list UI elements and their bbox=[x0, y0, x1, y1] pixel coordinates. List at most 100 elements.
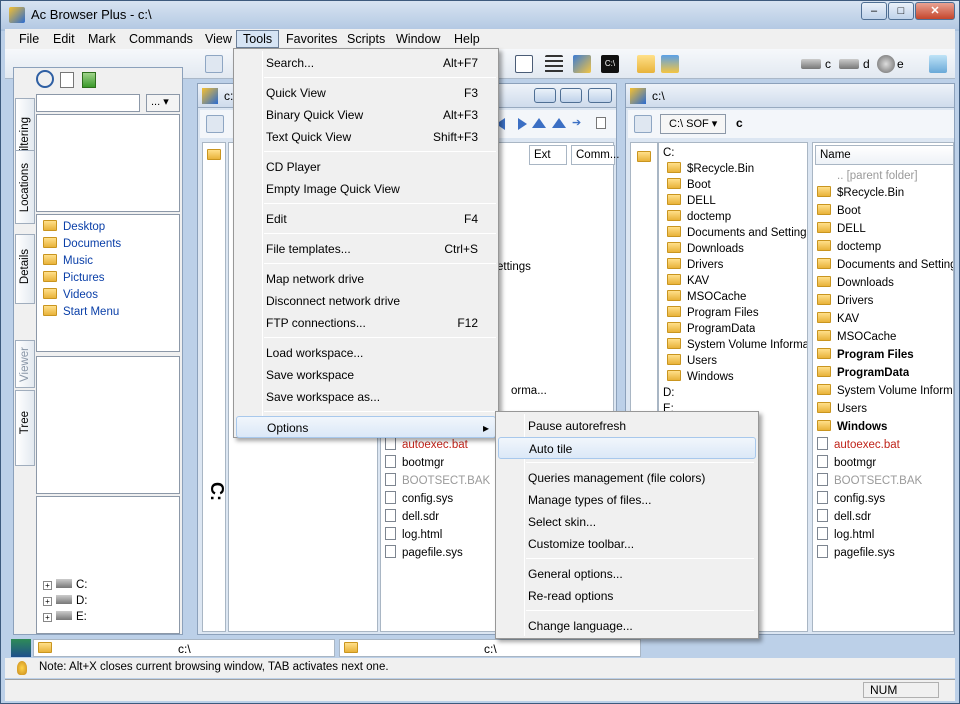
name-column-header[interactable]: Name bbox=[815, 145, 953, 165]
terminal-icon[interactable] bbox=[11, 639, 31, 657]
left-win-close-button[interactable] bbox=[588, 88, 612, 103]
location-item[interactable]: Music bbox=[43, 253, 93, 269]
menu-item-change-language[interactable]: Change language... bbox=[498, 615, 756, 637]
list-item[interactable]: DELL bbox=[817, 221, 866, 237]
list-item[interactable]: Downloads bbox=[817, 275, 894, 291]
list-item[interactable]: Program Files bbox=[817, 347, 914, 363]
close-button[interactable]: ✕ bbox=[915, 2, 955, 20]
menu-item-customize-toolbar[interactable]: Customize toolbar... bbox=[498, 533, 756, 555]
tree-folder[interactable]: Windows bbox=[667, 369, 734, 385]
menu-item-queries-management-file-colors[interactable]: Queries management (file colors) bbox=[498, 467, 756, 489]
file-row[interactable]: bootmgr bbox=[385, 455, 444, 471]
menu-item-disconnect-network-drive[interactable]: Disconnect network drive bbox=[236, 290, 496, 312]
menu-file[interactable]: File bbox=[13, 31, 45, 47]
layout-icon[interactable] bbox=[205, 55, 223, 73]
document-icon[interactable] bbox=[60, 72, 74, 88]
left-win-min-button[interactable] bbox=[534, 88, 556, 103]
menu-edit[interactable]: Edit bbox=[47, 31, 81, 47]
menu-item-options[interactable]: Options ▸ bbox=[236, 416, 496, 438]
menu-view[interactable]: View bbox=[199, 31, 238, 47]
drive-d-label[interactable]: d bbox=[863, 57, 870, 71]
menu-item-auto-tile[interactable]: Auto tile bbox=[498, 437, 756, 459]
left-path-bar[interactable]: c:\ bbox=[33, 639, 335, 657]
tab-viewer[interactable]: Viewer bbox=[15, 340, 35, 388]
list-item[interactable]: .. [parent folder] bbox=[817, 167, 918, 183]
file-row[interactable]: dell.sdr bbox=[385, 509, 439, 525]
go-icon[interactable]: ➔ bbox=[572, 118, 582, 129]
left-win-max-button[interactable] bbox=[560, 88, 582, 103]
menu-item-quick-view[interactable]: Quick View F3 bbox=[236, 82, 496, 104]
minimize-button[interactable]: – bbox=[861, 2, 887, 20]
menu-item-binary-quick-view[interactable]: Binary Quick View Alt+F3 bbox=[236, 104, 496, 126]
menu-window[interactable]: Window bbox=[390, 31, 446, 47]
tree-folder[interactable]: $Recycle.Bin bbox=[667, 161, 754, 177]
tree-drive[interactable]: + C: bbox=[43, 577, 88, 593]
tree-folder[interactable]: Boot bbox=[667, 177, 711, 193]
menu-favorites[interactable]: Favorites bbox=[280, 31, 343, 47]
menu-item-load-workspace[interactable]: Load workspace... bbox=[236, 342, 496, 364]
drive-combo[interactable]: C:\ SOF ▾ bbox=[660, 114, 726, 134]
menu-item-re-read-options[interactable]: Re-read options bbox=[498, 585, 756, 607]
list-item[interactable]: KAV bbox=[817, 311, 859, 327]
expand-icon[interactable]: + bbox=[43, 597, 52, 606]
list-item[interactable]: log.html bbox=[817, 527, 874, 543]
tab-locations[interactable]: Locations bbox=[15, 150, 35, 224]
filter-dropdown[interactable]: ... ▾ bbox=[146, 94, 180, 112]
ext-column-header[interactable]: Ext bbox=[529, 145, 567, 165]
list-item[interactable]: Drivers bbox=[817, 293, 873, 309]
location-item[interactable]: Desktop bbox=[43, 219, 105, 235]
search-icon[interactable] bbox=[36, 70, 54, 88]
menu-tools[interactable]: Tools bbox=[236, 30, 280, 48]
tab-details[interactable]: Details bbox=[15, 234, 35, 304]
panel-layout-icon[interactable] bbox=[206, 115, 224, 133]
list-item[interactable]: bootmgr bbox=[817, 455, 876, 471]
file-row[interactable]: log.html bbox=[385, 527, 442, 543]
tree-drive[interactable]: + E: bbox=[43, 609, 87, 625]
menu-item-file-templates[interactable]: File templates... Ctrl+S bbox=[236, 238, 496, 260]
tree-root[interactable]: C: bbox=[663, 145, 675, 161]
tree-folder[interactable]: Program Files bbox=[667, 305, 759, 321]
tree-folder[interactable]: MSOCache bbox=[667, 289, 746, 305]
tree-folder[interactable]: Drivers bbox=[667, 257, 723, 273]
menu-help[interactable]: Help bbox=[448, 31, 486, 47]
file-row[interactable]: pagefile.sys bbox=[385, 545, 463, 561]
menu-item-manage-types-of-files[interactable]: Manage types of files... bbox=[498, 489, 756, 511]
menu-item-text-quick-view[interactable]: Text Quick View Shift+F3 bbox=[236, 126, 496, 148]
tree-folder[interactable]: Downloads bbox=[667, 241, 744, 257]
location-item[interactable]: Videos bbox=[43, 287, 98, 303]
title-bar[interactable]: Ac Browser Plus - c:\ – □ ✕ bbox=[1, 1, 959, 29]
menu-item-edit[interactable]: Edit F4 bbox=[236, 208, 496, 230]
menu-item-empty-image-quick-view[interactable]: Empty Image Quick View bbox=[236, 178, 496, 200]
tree-folder[interactable]: KAV bbox=[667, 273, 709, 289]
copy-icon[interactable] bbox=[573, 55, 591, 73]
drive-e-label[interactable]: e bbox=[897, 57, 904, 71]
tab-tree[interactable]: Tree bbox=[15, 390, 35, 466]
location-item[interactable]: Start Menu bbox=[43, 304, 119, 320]
drive-c-icon[interactable] bbox=[801, 59, 821, 69]
list-item[interactable]: Documents and Settings bbox=[817, 257, 953, 273]
comm-column-header[interactable]: Comm... bbox=[571, 145, 619, 165]
list-item[interactable]: config.sys bbox=[817, 491, 885, 507]
refresh-icon[interactable] bbox=[82, 72, 96, 88]
list-item[interactable]: doctemp bbox=[817, 239, 881, 255]
menu-item-general-options[interactable]: General options... bbox=[498, 563, 756, 585]
menu-scripts[interactable]: Scripts bbox=[341, 31, 391, 47]
drive-d-icon[interactable] bbox=[839, 59, 859, 69]
folder-open-icon[interactable] bbox=[637, 55, 655, 73]
list-item[interactable]: Boot bbox=[817, 203, 861, 219]
menu-item-save-workspace[interactable]: Save workspace bbox=[236, 364, 496, 386]
panel-icon[interactable] bbox=[515, 55, 533, 73]
file-row[interactable]: config.sys bbox=[385, 491, 453, 507]
tree-drive[interactable]: + D: bbox=[43, 593, 88, 609]
menu-item-cd-player[interactable]: CD Player bbox=[236, 156, 496, 178]
drive-c-label[interactable]: c bbox=[825, 57, 831, 71]
menu-item-save-workspace-as[interactable]: Save workspace as... bbox=[236, 386, 496, 408]
location-item[interactable]: Pictures bbox=[43, 270, 105, 286]
list-item[interactable]: dell.sdr bbox=[817, 509, 871, 525]
tree-drive[interactable]: D: bbox=[663, 385, 675, 401]
tree-folder[interactable]: ProgramData bbox=[667, 321, 755, 337]
menu-commands[interactable]: Commands bbox=[123, 31, 199, 47]
expand-icon[interactable]: + bbox=[43, 581, 52, 590]
list-item[interactable]: MSOCache bbox=[817, 329, 896, 345]
tree-folder[interactable]: Users bbox=[667, 353, 717, 369]
